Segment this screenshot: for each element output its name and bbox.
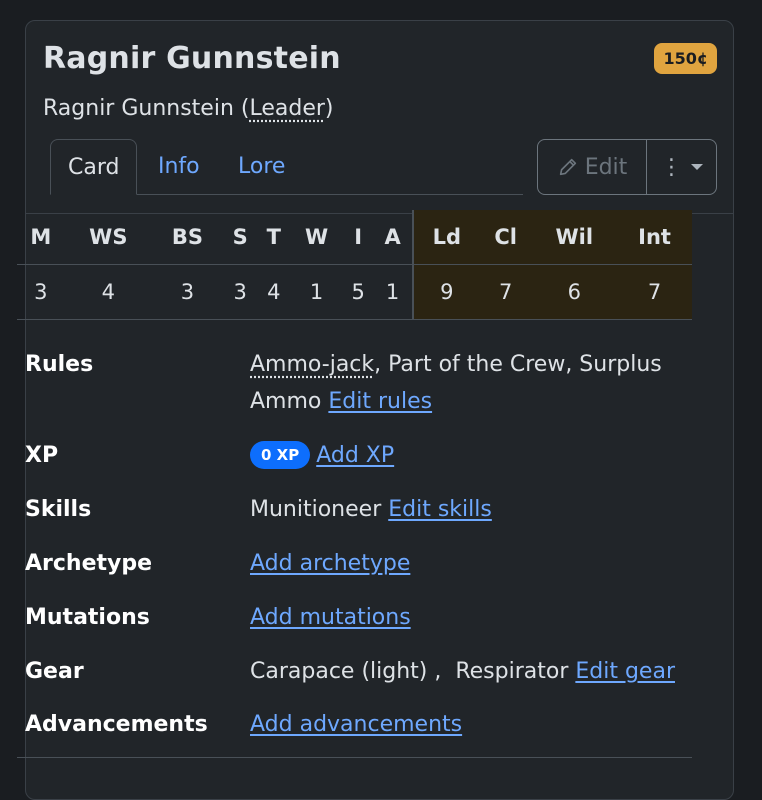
actions-button-group: Edit ⋮ <box>537 139 717 195</box>
stat-header-s: S <box>222 210 258 265</box>
stat-value-ld: 9 <box>411 264 480 320</box>
tab-card[interactable]: Card <box>50 139 138 195</box>
fighter-role[interactable]: Leader <box>249 96 324 121</box>
stats-header-row: M WS BS S T W I A Ld Cl Wil Int <box>17 210 692 265</box>
gear-value: Carapace (light) , Respirator Edit gear <box>250 653 690 690</box>
rule-ammo-jack[interactable]: Ammo-jack <box>250 352 374 377</box>
fighter-subtitle: Ragnir Gunnstein (Leader) <box>43 96 334 121</box>
chevron-down-icon <box>690 164 703 170</box>
add-advancements-link[interactable]: Add advancements <box>250 712 462 737</box>
card-header: Ragnir Gunnstein 150¢ Ragnir Gunnstein (… <box>26 21 733 214</box>
advancements-value: Add advancements <box>250 706 690 743</box>
edit-button-label: Edit <box>584 154 628 180</box>
stats-value-row: 3 4 3 3 4 1 5 1 9 7 6 7 <box>17 264 692 320</box>
skills-label: Skills <box>25 497 92 522</box>
archetype-value: Add archetype <box>250 545 690 582</box>
cost-badge: 150¢ <box>654 43 717 74</box>
add-mutations-link[interactable]: Add mutations <box>250 605 411 630</box>
mutations-label: Mutations <box>25 605 150 630</box>
tab-info[interactable]: Info <box>141 139 217 195</box>
stat-value-cl: 7 <box>479 264 532 320</box>
stat-header-t: T <box>257 210 291 265</box>
stat-header-a: A <box>373 210 413 265</box>
stat-header-ld: Ld <box>411 210 480 265</box>
archetype-label: Archetype <box>25 551 153 576</box>
stat-header-m: M <box>17 210 65 265</box>
kebab-icon: ⋮ <box>660 154 683 180</box>
stat-value-ws: 4 <box>64 264 152 320</box>
gear-label: Gear <box>25 659 84 684</box>
edit-button[interactable]: Edit <box>538 140 647 194</box>
add-archetype-link[interactable]: Add archetype <box>250 551 410 576</box>
xp-badge: 0 XP <box>250 441 311 469</box>
mutations-value: Add mutations <box>250 599 690 636</box>
stat-value-w: 1 <box>290 264 343 320</box>
stat-value-a: 1 <box>373 264 413 320</box>
xp-value: 0 XP Add XP <box>250 437 690 474</box>
advancements-label: Advancements <box>25 712 208 737</box>
xp-label: XP <box>25 443 59 468</box>
rules-label: Rules <box>25 352 94 377</box>
details-bottom-divider <box>17 757 692 758</box>
subtitle-prefix: Ragnir Gunnstein ( <box>43 96 250 121</box>
stat-value-s: 3 <box>222 264 258 320</box>
skills-value: Munitioneer Edit skills <box>250 491 690 528</box>
tab-lore[interactable]: Lore <box>221 139 302 195</box>
stat-value-wil: 6 <box>531 264 618 320</box>
stat-value-m: 3 <box>17 264 65 320</box>
rules-value: Ammo-jack, Part of the Crew, Surplus Amm… <box>250 346 690 420</box>
edit-skills-link[interactable]: Edit skills <box>388 497 492 522</box>
edit-rules-link[interactable]: Edit rules <box>328 389 432 414</box>
fighter-name: Ragnir Gunnstein <box>43 41 341 76</box>
stat-value-int: 7 <box>617 264 692 320</box>
gear-text: Carapace (light) , Respirator <box>250 659 576 684</box>
skills-text: Munitioneer <box>250 497 389 522</box>
pencil-icon <box>559 158 576 176</box>
more-actions-dropdown[interactable]: ⋮ <box>647 140 716 194</box>
stat-header-i: I <box>342 210 374 265</box>
add-xp-link[interactable]: Add XP <box>316 443 394 468</box>
stat-value-bs: 3 <box>151 264 223 320</box>
subtitle-suffix: ) <box>324 96 334 121</box>
edit-gear-link[interactable]: Edit gear <box>575 659 675 684</box>
stat-value-t: 4 <box>257 264 291 320</box>
stat-header-ws: WS <box>64 210 152 265</box>
stat-header-wil: Wil <box>531 210 618 265</box>
stat-value-i: 5 <box>342 264 374 320</box>
stat-header-int: Int <box>617 210 692 265</box>
stats-table: M WS BS S T W I A Ld Cl Wil Int 3 4 3 3 … <box>17 210 692 320</box>
stat-header-cl: Cl <box>479 210 532 265</box>
stat-header-bs: BS <box>151 210 223 265</box>
stat-header-w: W <box>290 210 343 265</box>
